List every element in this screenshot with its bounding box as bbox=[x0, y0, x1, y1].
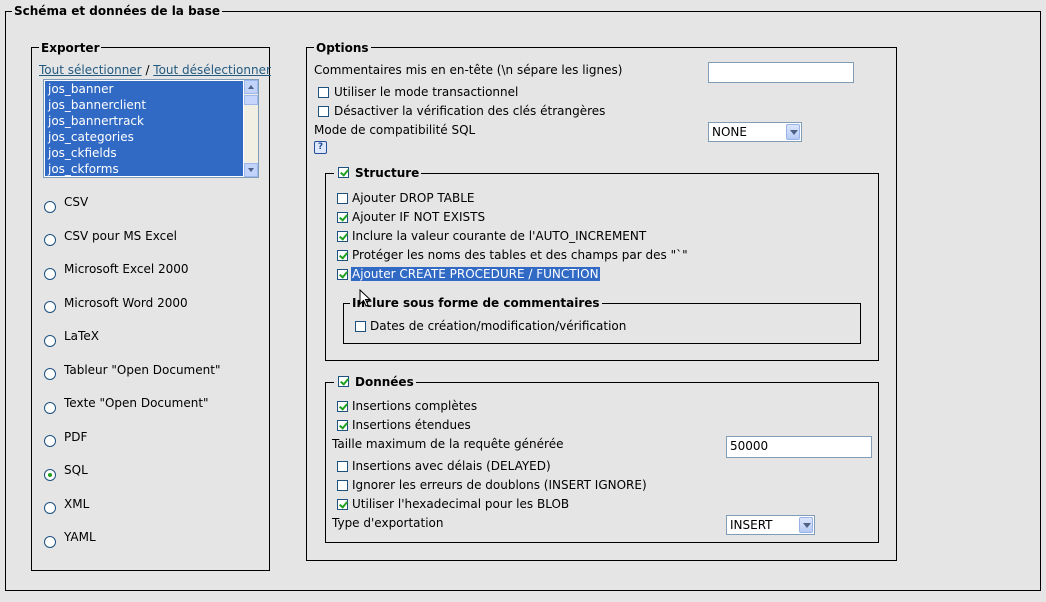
format-label: Texte "Open Document" bbox=[64, 396, 209, 410]
format-radio-csv-excel[interactable] bbox=[44, 234, 56, 246]
complete-inserts-label: Insertions complètes bbox=[352, 399, 478, 413]
tables-scrollbar[interactable] bbox=[244, 80, 258, 177]
create-procedure-label: Ajouter CREATE PROCEDURE / FUNCTION bbox=[351, 267, 600, 282]
format-radio-yaml[interactable] bbox=[44, 536, 56, 548]
data-checkbox[interactable] bbox=[338, 376, 349, 387]
ignore-label: Ignorer les erreurs de doublons (INSERT … bbox=[352, 478, 647, 492]
table-item[interactable]: jos_categories bbox=[45, 129, 243, 145]
table-item[interactable]: jos_bannertrack bbox=[45, 113, 243, 129]
if-not-exists-checkbox[interactable] bbox=[337, 212, 348, 223]
max-query-input[interactable]: 50000 bbox=[726, 436, 872, 458]
extended-inserts-checkbox[interactable] bbox=[337, 420, 348, 431]
format-radio-latex[interactable] bbox=[44, 335, 56, 347]
format-radio-pdf[interactable] bbox=[44, 435, 56, 447]
tables-list: jos_banner jos_bannerclient jos_bannertr… bbox=[45, 81, 243, 176]
compat-label: Mode de compatibilité SQL bbox=[314, 123, 476, 137]
complete-inserts-checkbox[interactable] bbox=[337, 401, 348, 412]
format-label: XML bbox=[64, 497, 90, 511]
format-radio-sql[interactable] bbox=[44, 469, 56, 481]
if-not-exists-label: Ajouter IF NOT EXISTS bbox=[352, 210, 486, 224]
table-item[interactable]: jos_ckfields bbox=[45, 145, 243, 161]
format-label: SQL bbox=[64, 463, 88, 477]
format-radio-excel2000[interactable] bbox=[44, 268, 56, 280]
delayed-label: Insertions avec délais (DELAYED) bbox=[352, 459, 551, 473]
table-item[interactable]: jos_banner bbox=[45, 81, 243, 97]
scroll-up-icon[interactable] bbox=[244, 80, 258, 94]
disable-fk-label: Désactiver la vérification des clés étra… bbox=[334, 104, 606, 118]
help-icon[interactable]: ? bbox=[314, 141, 327, 154]
main-legend: Schéma et données de la base bbox=[12, 4, 223, 18]
format-label: Tableur "Open Document" bbox=[64, 363, 221, 377]
format-label: CSV pour MS Excel bbox=[64, 229, 177, 243]
format-radio-csv[interactable] bbox=[44, 201, 56, 213]
dates-label: Dates de création/modification/vérificat… bbox=[370, 319, 627, 333]
format-radio-xml[interactable] bbox=[44, 502, 56, 514]
table-item[interactable]: jos_ckforms bbox=[45, 161, 243, 176]
data-legend: Données bbox=[334, 375, 416, 389]
exporter-legend: Exporter bbox=[39, 41, 102, 55]
format-label: Microsoft Excel 2000 bbox=[64, 262, 189, 276]
format-label: CSV bbox=[64, 195, 89, 209]
backquotes-label: Protéger les noms des tables et des cham… bbox=[352, 248, 688, 262]
transactional-label: Utiliser le mode transactionnel bbox=[334, 85, 519, 99]
structure-legend: Structure bbox=[334, 166, 422, 180]
deselect-all-link[interactable]: Tout désélectionner bbox=[153, 63, 271, 77]
create-procedure-checkbox[interactable] bbox=[337, 269, 348, 280]
ignore-checkbox[interactable] bbox=[337, 480, 348, 491]
compat-select[interactable]: NONE bbox=[708, 122, 802, 142]
compat-value: NONE bbox=[712, 125, 747, 139]
select-all-link[interactable]: Tout sélectionner bbox=[39, 63, 142, 77]
extended-inserts-label: Insertions étendues bbox=[352, 418, 471, 432]
format-radio-ods[interactable] bbox=[44, 368, 56, 380]
disable-fk-checkbox[interactable] bbox=[318, 106, 329, 117]
format-radio-word2000[interactable] bbox=[44, 301, 56, 313]
header-comments-label: Commentaires mis en en-tête (\n sépare l… bbox=[314, 63, 623, 77]
dates-checkbox[interactable] bbox=[355, 321, 366, 332]
format-label: LaTeX bbox=[64, 329, 99, 343]
backquotes-checkbox[interactable] bbox=[337, 250, 348, 261]
format-label: Microsoft Word 2000 bbox=[64, 296, 188, 310]
scroll-down-icon[interactable] bbox=[244, 163, 258, 177]
table-item[interactable]: jos_bannerclient bbox=[45, 97, 243, 113]
format-label: YAML bbox=[64, 530, 96, 544]
mouse-cursor-icon bbox=[359, 289, 371, 307]
select-links-separator: / bbox=[141, 63, 154, 77]
transactional-checkbox[interactable] bbox=[318, 87, 329, 98]
tables-listbox[interactable]: jos_banner jos_bannerclient jos_bannertr… bbox=[43, 79, 259, 178]
structure-checkbox[interactable] bbox=[338, 167, 349, 178]
select-links: Tout sélectionner / Tout désélectionner bbox=[39, 63, 271, 78]
data-title: Données bbox=[355, 375, 414, 389]
create-procedure-text: Ajouter CREATE PROCEDURE / FUNCTION bbox=[351, 267, 600, 281]
structure-title: Structure bbox=[355, 166, 420, 180]
auto-increment-checkbox[interactable] bbox=[337, 231, 348, 242]
max-query-label: Taille maximum de la requête générée bbox=[332, 437, 564, 451]
delayed-checkbox[interactable] bbox=[337, 461, 348, 472]
auto-increment-label: Inclure la valeur courante de l'AUTO_INC… bbox=[352, 229, 647, 243]
chevron-down-icon[interactable] bbox=[786, 124, 800, 140]
hex-blob-checkbox[interactable] bbox=[337, 499, 348, 510]
hex-blob-label: Utiliser l'hexadecimal pour les BLOB bbox=[352, 497, 570, 511]
format-label: PDF bbox=[64, 430, 88, 444]
export-type-select[interactable]: INSERT bbox=[726, 515, 815, 535]
format-radio-odt[interactable] bbox=[44, 402, 56, 414]
options-legend: Options bbox=[314, 41, 371, 55]
drop-table-checkbox[interactable] bbox=[337, 193, 348, 204]
export-type-label: Type d'exportation bbox=[332, 516, 444, 530]
comments-legend: Inclure sous forme de commentaires bbox=[350, 296, 602, 310]
export-type-value: INSERT bbox=[730, 518, 773, 532]
drop-table-label: Ajouter DROP TABLE bbox=[352, 191, 475, 205]
chevron-down-icon[interactable] bbox=[799, 517, 813, 533]
scroll-thumb[interactable] bbox=[244, 95, 258, 105]
header-comments-input[interactable] bbox=[708, 62, 854, 83]
